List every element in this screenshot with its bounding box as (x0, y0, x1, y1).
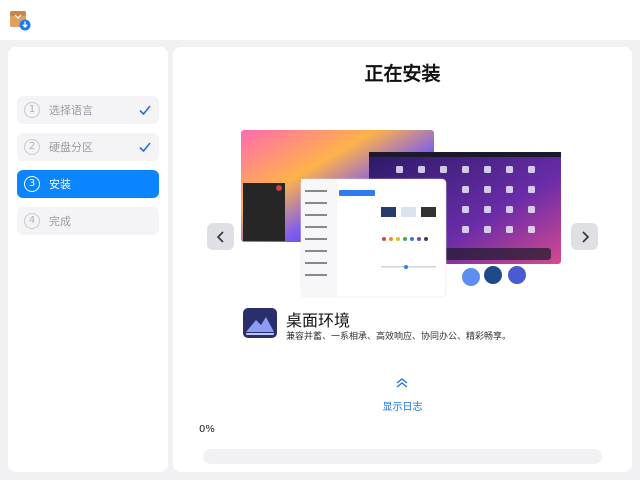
step-install: 3 安装 (17, 170, 159, 198)
step-label: 选择语言 (49, 104, 93, 117)
install-panel: 正在安装 桌面环境 兼容并蓄、一系相承、高效响应、协同办公、精彩畅享。 显示日志… (173, 47, 632, 472)
step-label: 安装 (49, 178, 71, 191)
previous-slide-button[interactable] (207, 223, 234, 250)
chevron-right-icon (581, 230, 589, 243)
desktop-mountain-icon (243, 308, 277, 338)
step-number: 3 (24, 176, 40, 192)
chevron-left-icon (216, 230, 224, 243)
step-number: 2 (24, 139, 40, 155)
step-select-language: 1 选择语言 (17, 96, 159, 124)
installer-package-icon (10, 11, 31, 31)
steps-sidebar: 1 选择语言 2 硬盘分区 3 安装 4 完成 (8, 47, 168, 472)
title-bar (0, 0, 640, 40)
step-number: 1 (24, 102, 40, 118)
double-chevron-up-icon[interactable] (394, 377, 410, 389)
progress-percent: 0% (199, 424, 215, 435)
step-disk-partition: 2 硬盘分区 (17, 133, 159, 161)
step-label: 硬盘分区 (49, 141, 93, 154)
show-log-link[interactable]: 显示日志 (173, 398, 632, 413)
checkmark-icon (139, 105, 151, 116)
desktop-showcase-image (241, 130, 561, 298)
step-number: 4 (24, 213, 40, 229)
step-label: 完成 (49, 215, 71, 228)
feature-title: 桌面环境 (286, 311, 351, 330)
install-progress-bar (203, 449, 602, 464)
checkmark-icon (139, 142, 151, 153)
step-finish: 4 完成 (17, 207, 159, 235)
page-title: 正在安装 (364, 63, 441, 85)
next-slide-button[interactable] (571, 223, 598, 250)
feature-description: 兼容并蓄、一系相承、高效响应、协同办公、精彩畅享。 (286, 332, 512, 342)
